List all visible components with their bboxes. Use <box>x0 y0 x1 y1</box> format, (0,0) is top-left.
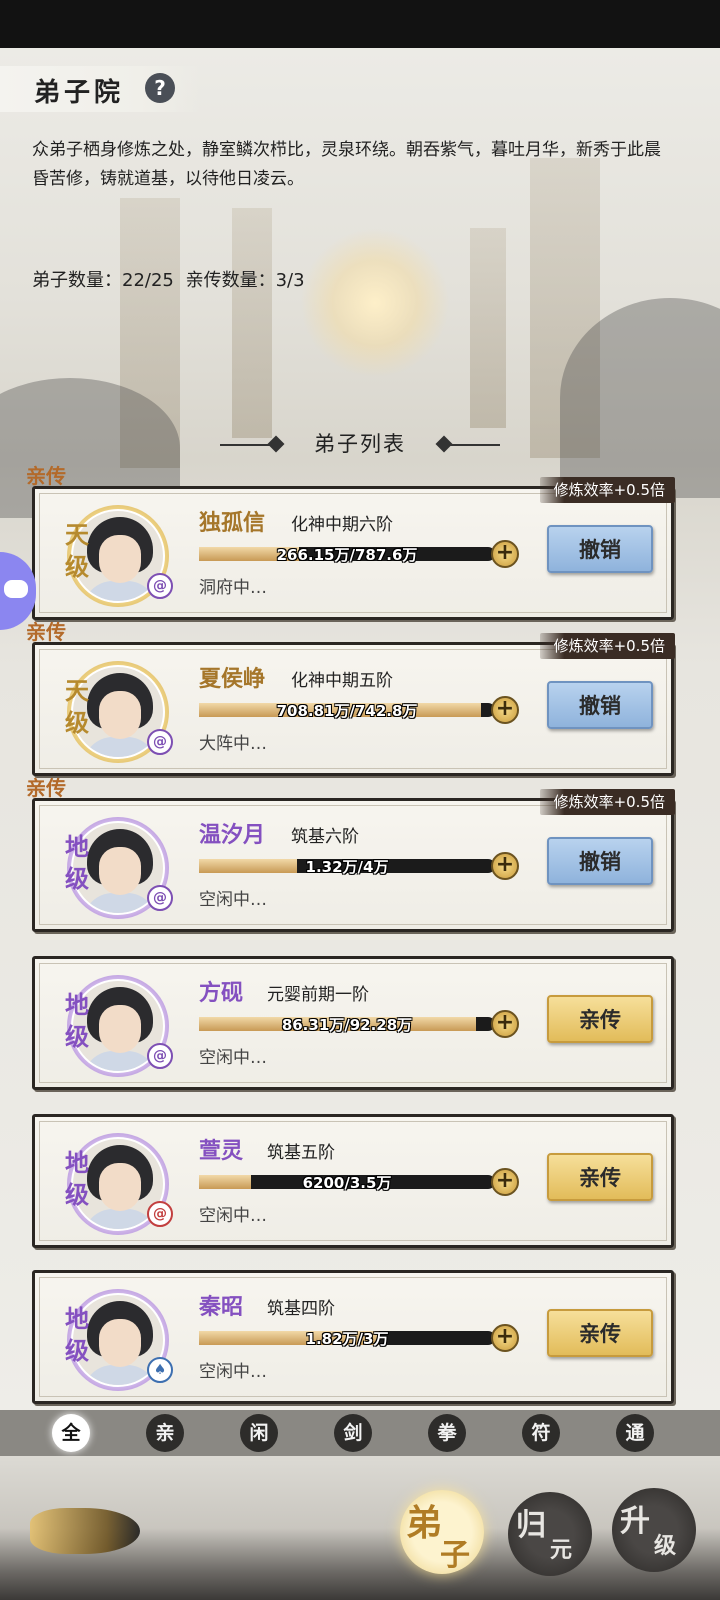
add-cultivation-button[interactable]: + <box>491 1010 519 1038</box>
filter-idle[interactable]: 闲 <box>240 1414 278 1452</box>
revoke-button[interactable]: 撤销 <box>547 837 653 885</box>
rank-label: 天级 <box>65 676 89 737</box>
add-cultivation-button[interactable]: + <box>491 696 519 724</box>
element-icon: @ <box>147 573 173 599</box>
rank-label: 地级 <box>65 1148 89 1209</box>
gamepad-icon <box>4 580 28 598</box>
cultivation-progress-bar: 6200/3.5万 <box>199 1174 495 1192</box>
cultivation-progress-text: 708.81万/742.8万 <box>276 702 418 720</box>
rank-label: 地级 <box>65 832 89 893</box>
disciple-realm: 化神中期五阶 <box>291 671 393 691</box>
status-bar <box>0 0 720 48</box>
rank-label: 地级 <box>65 1304 89 1365</box>
element-icon: @ <box>147 1043 173 1069</box>
filter-general[interactable]: 通 <box>616 1414 654 1452</box>
cultivation-progress-bar: 708.81万/742.8万 <box>199 702 495 720</box>
nav-upgrade-big: 升 <box>620 1504 650 1539</box>
make-direct-button[interactable]: 亲传 <box>547 1309 653 1357</box>
cultivation-progress-text: 1.82万/3万 <box>305 1330 389 1348</box>
nav-return-small: 元 <box>550 1537 573 1563</box>
element-icon: @ <box>147 729 173 755</box>
rank-label: 地级 <box>65 990 89 1051</box>
ink-logo <box>30 1508 140 1554</box>
cultivation-progress-bar: 1.82万/3万 <box>199 1330 495 1348</box>
disciple-status: 空闲中… <box>199 890 267 910</box>
efficiency-bonus-badge: 修炼效率+0.5倍 <box>539 633 675 659</box>
filter-bar: 全 亲 闲 剑 拳 符 通 <box>0 1410 720 1456</box>
cultivation-progress-bar: 266.15万/787.6万 <box>199 546 495 564</box>
filter-sword[interactable]: 剑 <box>334 1414 372 1452</box>
nav-upgrade-button[interactable]: 升 级 <box>612 1488 696 1572</box>
cultivation-progress-text: 1.32万/4万 <box>305 858 389 876</box>
disciple-realm: 筑基四阶 <box>267 1299 335 1319</box>
nav-return-big: 归 <box>516 1508 546 1543</box>
disciple-realm: 元婴前期一阶 <box>267 985 369 1005</box>
disciple-realm: 化神中期六阶 <box>291 515 393 535</box>
nav-disciples-small: 子 <box>440 1538 470 1573</box>
cultivation-progress-text: 6200/3.5万 <box>302 1174 392 1192</box>
disciple-name: 方砚 <box>199 980 244 1006</box>
list-title-ornament: 弟子列表 <box>220 426 500 462</box>
help-icon[interactable]: ? <box>145 73 175 103</box>
rank-label: 天级 <box>65 520 89 581</box>
nav-disciples-big: 弟 <box>406 1502 443 1544</box>
filter-talisman[interactable]: 符 <box>522 1414 560 1452</box>
nav-upgrade-small: 级 <box>654 1533 677 1559</box>
revoke-button[interactable]: 撤销 <box>547 525 653 573</box>
make-direct-button[interactable]: 亲传 <box>547 1153 653 1201</box>
disciple-realm: 筑基五阶 <box>267 1143 335 1163</box>
filter-fist[interactable]: 拳 <box>428 1414 466 1452</box>
add-cultivation-button[interactable]: + <box>491 1324 519 1352</box>
disciple-status: 空闲中… <box>199 1206 267 1226</box>
revoke-button[interactable]: 撤销 <box>547 681 653 729</box>
efficiency-bonus-badge: 修炼效率+0.5倍 <box>539 789 675 815</box>
disciple-name: 夏侯峥 <box>199 666 266 692</box>
cultivation-progress-bar: 1.32万/4万 <box>199 858 495 876</box>
disciple-name: 秦昭 <box>199 1294 244 1320</box>
direct-disciple-tag: 亲传 <box>26 464 66 488</box>
direct-disciple-tag: 亲传 <box>26 620 66 644</box>
cultivation-progress-bar: 86.31万/92.28万 <box>199 1016 495 1034</box>
element-icon: @ <box>147 1201 173 1227</box>
element-icon: ♠ <box>147 1357 173 1383</box>
disciple-status: 大阵中… <box>199 734 267 754</box>
make-direct-button[interactable]: 亲传 <box>547 995 653 1043</box>
page-title: 弟子院 <box>34 78 125 108</box>
direct-count: 亲传数量：3/3 <box>185 270 305 291</box>
disciple-status: 空闲中… <box>199 1362 267 1382</box>
cultivation-progress-text: 266.15万/787.6万 <box>276 546 418 564</box>
add-cultivation-button[interactable]: + <box>491 540 519 568</box>
disciple-card[interactable]: 修炼效率+0.5倍天级 @ 独孤信 化神中期六阶 266.15万/787.6万 + 洞府中…… <box>32 477 675 620</box>
element-icon: @ <box>147 885 173 911</box>
disciple-counts: 弟子数量：22/25 亲传数量：3/3 <box>32 266 311 292</box>
disciple-realm: 筑基六阶 <box>291 827 359 847</box>
disciple-card[interactable]: 地级 @ 萱灵 筑基五阶 6200/3.5万 + 空闲中… 亲传 <box>32 1114 674 1248</box>
disciple-status: 空闲中… <box>199 1048 267 1068</box>
disciple-name: 温汐月 <box>199 822 266 848</box>
disciple-status: 洞府中… <box>199 578 267 598</box>
disciple-count: 弟子数量：22/25 <box>32 270 174 291</box>
direct-disciple-tag: 亲传 <box>26 776 66 800</box>
nav-disciples-button[interactable]: 弟 子 <box>400 1490 484 1574</box>
add-cultivation-button[interactable]: + <box>491 1168 519 1196</box>
filter-direct[interactable]: 亲 <box>146 1414 184 1452</box>
nav-return-button[interactable]: 归 元 <box>508 1492 592 1576</box>
efficiency-bonus-badge: 修炼效率+0.5倍 <box>539 477 675 503</box>
disciple-name: 独孤信 <box>199 510 266 536</box>
disciple-card[interactable]: 地级 @ 方砚 元婴前期一阶 86.31万/92.28万 + 空闲中… 亲传 <box>32 956 674 1090</box>
disciple-card[interactable]: 地级 ♠ 秦昭 筑基四阶 1.82万/3万 + 空闲中… 亲传 <box>32 1270 674 1404</box>
list-title: 弟子列表 <box>314 432 406 456</box>
disciple-name: 萱灵 <box>199 1138 244 1164</box>
add-cultivation-button[interactable]: + <box>491 852 519 880</box>
hall-description: 众弟子栖身修炼之处，静室鳞次栉比，灵泉环绕。朝吞紫气，暮吐月华，新秀于此晨昏苦修… <box>32 140 661 189</box>
cultivation-progress-text: 86.31万/92.28万 <box>281 1016 413 1034</box>
disciple-card[interactable]: 修炼效率+0.5倍地级 @ 温汐月 筑基六阶 1.32万/4万 + 空闲中… 撤销 <box>32 789 675 932</box>
filter-all[interactable]: 全 <box>52 1414 90 1452</box>
disciple-card[interactable]: 修炼效率+0.5倍天级 @ 夏侯峥 化神中期五阶 708.81万/742.8万 + 大阵中…… <box>32 633 675 776</box>
